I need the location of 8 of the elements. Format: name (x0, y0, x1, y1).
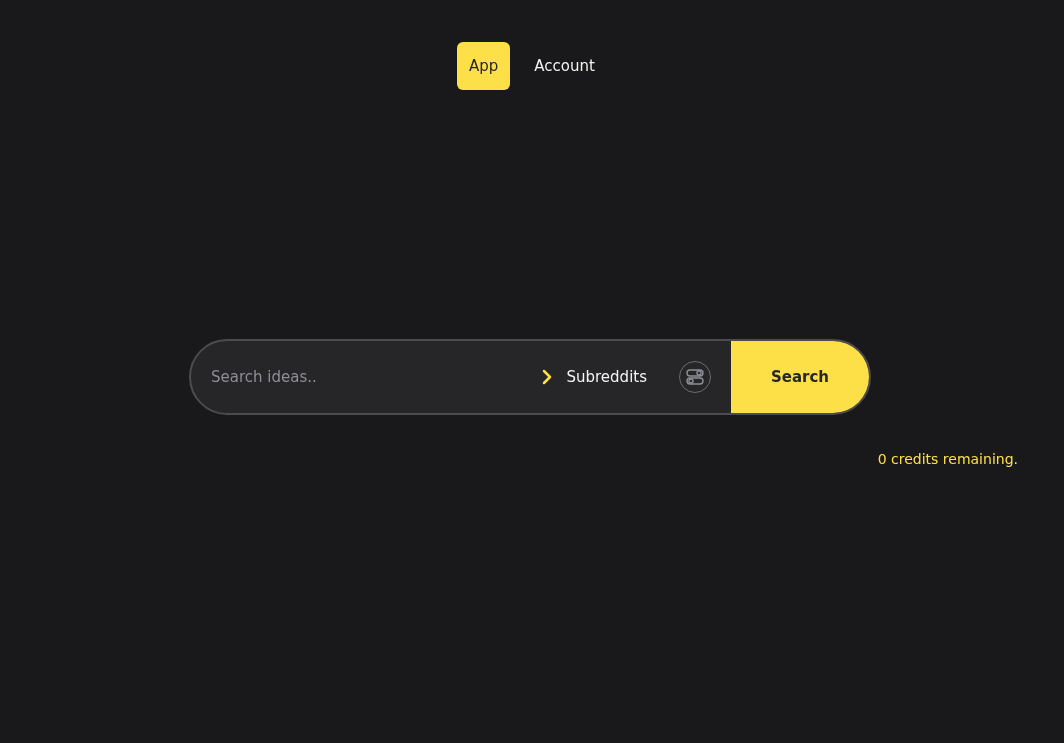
nav-tab[interactable]: Account (522, 42, 607, 90)
toggles-icon (686, 368, 704, 386)
nav-tab[interactable]: App (457, 42, 511, 90)
search-button[interactable]: Search (731, 341, 869, 413)
search-field[interactable]: Search ideas.. Subreddits Search (189, 339, 871, 415)
subreddits-selector[interactable]: Subreddits (534, 357, 655, 397)
credits-text: 0 credits remaining. (877, 451, 1018, 467)
chevron-icon (542, 369, 553, 385)
